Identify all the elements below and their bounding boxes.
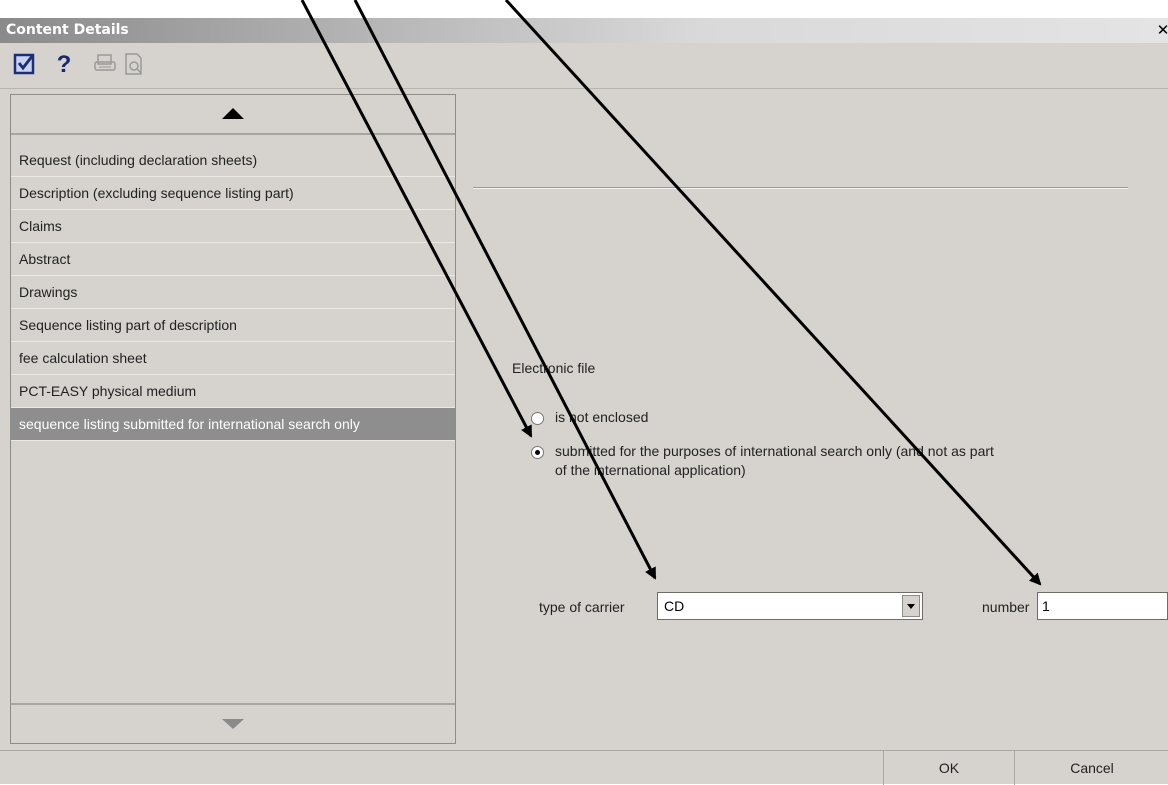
content-item-list: Request (including declaration sheets) De…	[11, 144, 455, 441]
number-input[interactable]	[1037, 592, 1168, 620]
content-list-panel: Request (including declaration sheets) De…	[10, 94, 456, 744]
ok-button-label: OK	[938, 760, 960, 776]
ok-button[interactable]: OK	[883, 751, 1014, 785]
button-bar: OK Cancel	[0, 750, 1168, 785]
checkbox-icon[interactable]	[12, 51, 40, 79]
list-item[interactable]: fee calculation sheet	[11, 342, 455, 375]
radio-submitted-search-only[interactable]	[531, 446, 544, 459]
dropdown-button[interactable]	[902, 595, 920, 617]
radio-submitted-label-line1: submitted for the purposes of internatio…	[555, 443, 994, 459]
list-item[interactable]: Description (excluding sequence listing …	[11, 177, 455, 210]
print-icon[interactable]	[93, 51, 121, 79]
radio-checked-dot	[535, 450, 540, 455]
cancel-button[interactable]: Cancel	[1014, 751, 1168, 785]
toolbar: ?	[0, 43, 1168, 89]
electronic-file-label: Electronic file	[512, 360, 596, 376]
help-icon[interactable]: ?	[50, 51, 78, 79]
triangle-up-icon	[222, 108, 244, 119]
carrier-label: type of carrier	[539, 599, 625, 615]
separator-line	[473, 187, 1128, 189]
chevron-down-icon	[907, 604, 915, 609]
triangle-down-icon	[222, 719, 244, 729]
list-item[interactable]: Request (including declaration sheets)	[11, 144, 455, 177]
list-item[interactable]: Sequence listing part of description	[11, 309, 455, 342]
list-item[interactable]: Claims	[11, 210, 455, 243]
title-bar: Content Details ✕	[0, 18, 1168, 43]
window-title: Content Details	[6, 22, 129, 38]
cancel-button-label: Cancel	[1070, 760, 1114, 776]
list-item[interactable]: sequence listing submitted for internati…	[11, 408, 455, 441]
carrier-type-select[interactable]: CD	[657, 592, 923, 620]
close-button[interactable]: ✕	[1154, 22, 1168, 40]
list-item[interactable]: Abstract	[11, 243, 455, 276]
print-preview-icon[interactable]	[122, 51, 150, 79]
content-details-window: Content Details ✕ ? Request (including d…	[0, 18, 1168, 785]
scroll-up-button[interactable]	[11, 95, 455, 135]
scroll-down-button[interactable]	[11, 703, 455, 743]
radio-submitted-label-line2: of the international application)	[555, 462, 746, 478]
radio-not-enclosed[interactable]	[531, 412, 544, 425]
radio-not-enclosed-label: is not enclosed	[555, 409, 649, 425]
list-item[interactable]: Drawings	[11, 276, 455, 309]
details-panel: Electronic file is not enclosed submitte…	[455, 94, 1168, 742]
number-label: number	[982, 599, 1030, 615]
carrier-select-value: CD	[664, 598, 685, 614]
list-item[interactable]: PCT-EASY physical medium	[11, 375, 455, 408]
